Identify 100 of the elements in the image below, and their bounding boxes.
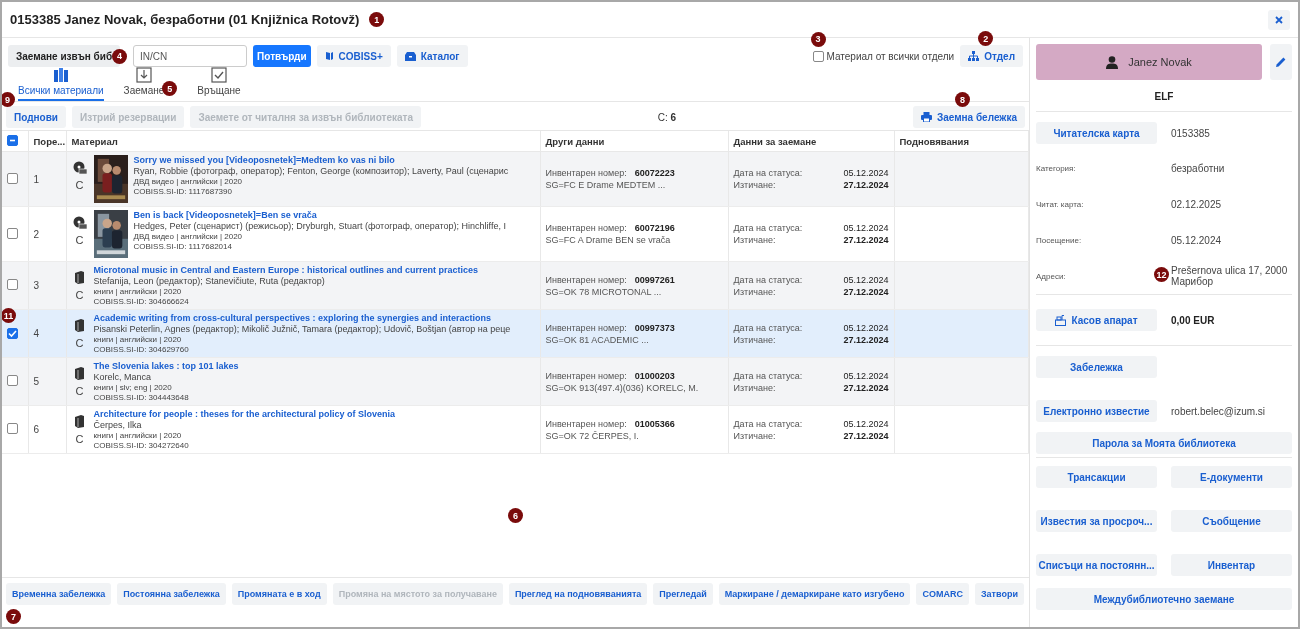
title-link[interactable]: Architecture for people : theses for the architectural policy of Slovenia [93,409,396,419]
window-title: 0153385 Janez Novak, безработни (01 Knjižnica Rotovž) [10,12,360,27]
all-departments-checkbox[interactable] [812,50,824,62]
printer-icon [920,112,932,122]
footer-button[interactable]: Постоянна забележка [117,583,226,605]
due-date: 27.12.2024 [842,430,889,441]
loan-slip-button[interactable]: Заемна бележка [912,106,1025,128]
patron-action-button[interactable]: Инвентар [1171,554,1292,576]
footer-button[interactable]: Затвори [974,583,1024,605]
email-notice-button[interactable]: Електронно известие [1036,400,1157,422]
callout-badge: 7 [6,609,21,624]
library-card-button[interactable]: Читателска карта [1036,122,1157,144]
record-id: COBISS.SI-ID: 1117687390 [133,187,233,196]
record-id: COBISS.SI-ID: 304666624 [93,297,190,306]
row-checkbox[interactable] [7,172,18,184]
email-address: robert.belec@izum.si [1171,405,1266,417]
footer-button[interactable]: Промяната е в ход [231,583,327,605]
patron-action-button[interactable]: Известия за просроч... [1036,510,1157,532]
inventory-label: Инвентарен номер: [545,274,627,285]
status-code: C [75,179,84,191]
patron-name-button[interactable]: Janez Novak [1036,44,1262,80]
format-text: книги | английски | 2020 [93,431,183,440]
title-link[interactable]: The Slovenia lakes : top 101 lakes [93,361,239,371]
status-code: C [75,385,84,397]
password-button[interactable]: Парола за Моята библиотека [1036,432,1292,454]
patron-action-button[interactable]: Съобщение [1171,510,1292,532]
row-checkbox[interactable] [7,279,18,290]
field-label: Посещение: [1036,235,1083,245]
row-number: 6 [33,424,40,435]
inventory-number: 60072196 [634,223,675,233]
callout-badge: 11 [2,308,16,323]
status-code: C [75,234,84,246]
inventory-label: Инвентарен номер: [545,322,627,333]
status-date-label: Дата на статуса: [733,223,804,233]
user-icon [1106,55,1119,69]
call-number: SG=FC A Drame BEN se vrača [545,235,672,245]
tab[interactable]: Всички материали [18,67,104,101]
title-link[interactable]: Academic writing from cross-cultural perspectives : exploring the synergies and interactions [93,313,511,323]
sitemap-icon [968,51,980,61]
select-all-checkbox[interactable] [7,135,18,146]
footer-button[interactable]: Маркиране / демаркиране като изгубено [718,583,911,605]
patron-action-button[interactable]: Списъци на постоянн... [1036,554,1157,576]
field-label: Категория: [1036,163,1077,173]
footer-button[interactable]: COMARC [916,583,969,605]
pencil-icon [1276,57,1286,67]
due-date: 27.12.2024 [842,235,889,245]
column-header[interactable]: Данни за заемане [733,135,817,147]
callout-badge: 2 [978,31,994,46]
title-link[interactable]: Microtonal music in Central and Eastern Europe : historical outlines and current practices [93,265,479,275]
call-number: SG=OK 913(497.4)(036) KORELC, M. [545,382,700,393]
callout-badge: 6 [508,508,523,523]
field-value: 05.12.2024 [1171,234,1222,246]
inventory-number: 60072223 [634,168,675,178]
status-date: 05.12.2024 [842,168,889,178]
interlibrary-loan-button[interactable]: Междубиблиотечно заемане [1036,588,1292,610]
status-date: 05.12.2024 [842,274,889,285]
note-button[interactable]: Забележка [1036,356,1157,378]
due-label: Изтичане: [733,430,777,441]
format-text: книги | английски | 2020 [93,287,183,296]
row-checkbox[interactable] [7,327,18,339]
row-checkbox[interactable] [7,423,18,434]
footer-button[interactable]: Прегледай [653,583,713,605]
book-icon [74,271,85,284]
edit-button[interactable] [1270,44,1292,80]
count-value: 6 [670,111,677,123]
record-id: COBISS.SI-ID: 304629760 [93,345,190,354]
tab[interactable]: Заемане [123,67,165,101]
action-button[interactable]: Поднови [6,106,66,128]
authors-text: Hedges, Peter (сценарист) (режисьор); Dryburgh, Stuart (фотограф, оператор); Hinchliffe, I [133,221,506,231]
row-checkbox[interactable] [7,375,18,386]
patron-action-button[interactable]: Трансакции [1036,466,1157,488]
status-date: 05.12.2024 [842,418,889,429]
patron-action-button[interactable]: Е-документи [1171,466,1292,488]
status-date-label: Дата на статуса: [733,322,804,333]
column-header[interactable]: Поре... [33,135,66,147]
close-button[interactable] [1268,9,1290,30]
department-button[interactable]: Отдел [960,45,1023,67]
cash-register-button[interactable]: Касов апарат [1036,309,1157,331]
catalog-button[interactable]: Каталог [396,45,468,67]
column-header[interactable]: Други данни [545,135,605,147]
column-header[interactable]: Материал [71,135,118,147]
title-link[interactable]: Sorry we missed you [Videoposnetek]=Medtem ko vas ni bilo [133,155,509,165]
confirm-button[interactable]: Потвърди [253,45,311,67]
callout-badge: 5 [162,81,178,96]
due-label: Изтичане: [733,286,777,297]
row-checkbox[interactable] [7,227,18,239]
column-header[interactable]: Подновявания [899,135,969,147]
footer-button[interactable]: Временна забележка [6,583,112,605]
disc-icon [72,161,87,174]
close-icon [1275,15,1283,24]
status-date: 05.12.2024 [842,223,889,233]
tab[interactable]: Връщане [197,67,241,101]
inventory-label: Инвентарен номер: [545,418,627,429]
status-date-label: Дата на статуса: [733,274,804,285]
item-code-field[interactable]: IN/CN [133,45,248,67]
cobiss-button[interactable]: COBISS+ [316,45,391,67]
title-link[interactable]: Ben is back [Videoposnetek]=Ben se vrača [133,210,506,220]
authors-text: Pisanski Peterlin, Agnes (редактор); Mikolič Južnič, Tamara (редактор); Udovič, Boštjan (автор на реце [93,324,511,334]
footer-button[interactable]: Преглед на подновяванията [508,583,648,605]
call-number: SG=OK 78 MICROTONAL ... [545,286,663,297]
